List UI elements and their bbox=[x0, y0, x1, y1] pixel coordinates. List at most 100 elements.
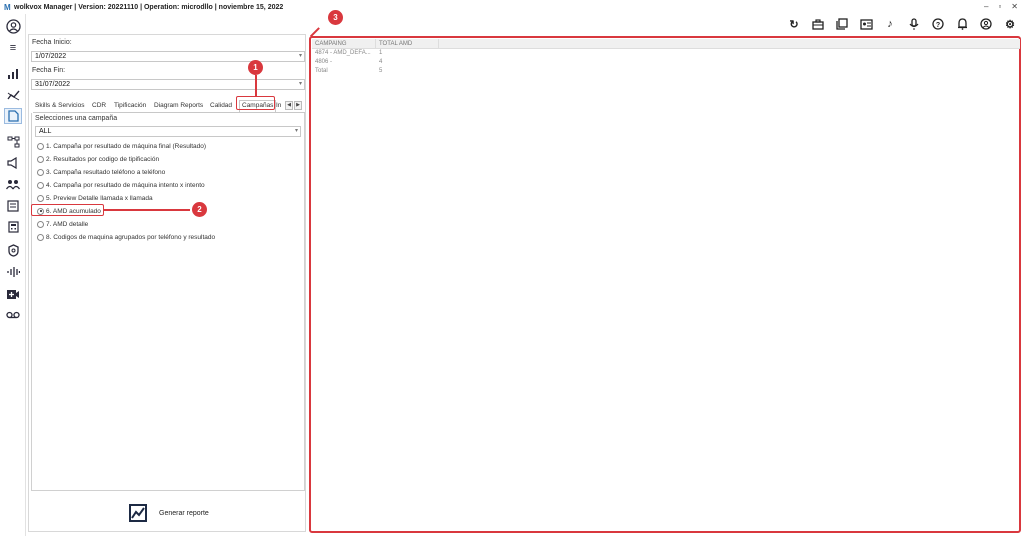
user-icon[interactable] bbox=[978, 16, 994, 32]
chevron-down-icon[interactable]: ▾ bbox=[295, 127, 298, 136]
bell-icon[interactable] bbox=[954, 16, 970, 32]
chevron-down-icon[interactable]: ▾ bbox=[299, 80, 302, 89]
campaign-select-label: Selecciones una campaña bbox=[35, 115, 118, 122]
users-icon[interactable] bbox=[4, 176, 22, 192]
report-option-label: 7. AMD detalle bbox=[46, 220, 89, 228]
settings-icon[interactable]: ⚙ bbox=[1002, 16, 1018, 32]
report-option-label: 5. Preview Detalle llamada x llamada bbox=[46, 194, 153, 202]
campaign-select[interactable]: ALL ▾ bbox=[35, 126, 301, 137]
radio-button[interactable] bbox=[37, 220, 44, 228]
callout-2-arrow bbox=[104, 209, 190, 211]
campaigns-tab-content: Selecciones una campaña ALL ▾ 1. Campaña… bbox=[31, 113, 305, 491]
radio-button[interactable] bbox=[37, 194, 44, 202]
callout-1-badge: 1 bbox=[248, 60, 263, 75]
fecha-inicio-label: Fecha Inicio: bbox=[32, 39, 72, 46]
tab-in[interactable]: In bbox=[276, 102, 281, 109]
column-header-campaign[interactable]: CAMPAING bbox=[312, 39, 376, 48]
maximize-button[interactable]: ▫ bbox=[998, 2, 1001, 11]
generate-report-label: Generar reporte bbox=[159, 509, 209, 517]
callout-3-badge: 3 bbox=[328, 10, 343, 25]
bar-chart-icon[interactable] bbox=[4, 66, 22, 82]
org-chart-icon[interactable] bbox=[4, 134, 22, 150]
cell-campaign: 4806 - bbox=[315, 59, 333, 65]
tab-scroll-right-icon[interactable]: ▶ bbox=[294, 101, 302, 110]
cell-total-amd: 5 bbox=[379, 68, 383, 74]
top-toolbar: ↻ ♪ ? ⚙ bbox=[0, 14, 1024, 34]
report-option-label: 4. Campaña por resultado de máquina inte… bbox=[46, 181, 205, 189]
radio-button[interactable] bbox=[37, 168, 44, 176]
tab-scroll-left-icon[interactable]: ◀ bbox=[285, 101, 293, 110]
fecha-fin-value: 31/07/2022 bbox=[35, 81, 71, 88]
tab-skills-servicios[interactable]: Skills & Servicios bbox=[35, 102, 84, 109]
cell-total-amd: 4 bbox=[379, 59, 383, 65]
help-icon[interactable]: ? bbox=[930, 16, 946, 32]
fecha-inicio-value: 1/07/2022 bbox=[35, 53, 67, 60]
window-controls: – ▫ ✕ bbox=[984, 2, 1018, 11]
callout-1-arrow bbox=[255, 75, 257, 96]
title-bar: M wolkvox Manager | Version: 20221110 | … bbox=[0, 0, 1024, 14]
campaign-select-value: ALL bbox=[39, 128, 52, 135]
video-icon[interactable] bbox=[4, 286, 22, 302]
column-header-total-amd[interactable]: TOTAL AMD bbox=[376, 39, 439, 48]
chart-trend-icon bbox=[129, 504, 147, 522]
line-chart-icon[interactable] bbox=[4, 87, 22, 103]
highlight-campanas-tab bbox=[236, 96, 275, 110]
results-panel: CAMPAING TOTAL AMD 4874 - AMD_DEFA... 1 … bbox=[309, 36, 1021, 533]
radio-button[interactable] bbox=[37, 233, 44, 241]
menu-icon[interactable]: ≡ bbox=[4, 40, 22, 56]
waveform-icon[interactable] bbox=[4, 264, 22, 280]
radio-button[interactable] bbox=[37, 142, 44, 150]
campaign-icon[interactable] bbox=[4, 155, 22, 171]
tab-diagram-reports[interactable]: Diagram Reports bbox=[154, 102, 203, 109]
music-icon[interactable]: ♪ bbox=[882, 16, 898, 32]
user-icon[interactable] bbox=[4, 18, 22, 34]
app-logo: M bbox=[4, 2, 11, 12]
book-icon[interactable] bbox=[834, 16, 850, 32]
report-option-label: 3. Campaña resultado teléfono a teléfono bbox=[46, 168, 166, 176]
table-row[interactable]: 4874 - AMD_DEFA... 1 bbox=[312, 49, 1020, 58]
highlight-amd-acumulado bbox=[31, 204, 104, 216]
table-row-total[interactable]: Total 5 bbox=[312, 67, 1020, 76]
cell-campaign: 4874 - AMD_DEFA... bbox=[315, 50, 371, 56]
cell-total-amd: 1 bbox=[379, 50, 383, 56]
calculator-icon[interactable] bbox=[4, 219, 22, 235]
results-header: CAMPAING TOTAL AMD bbox=[312, 39, 1020, 49]
microphone-icon[interactable] bbox=[906, 16, 922, 32]
callout-2-badge: 2 bbox=[192, 202, 207, 217]
svg-text:?: ? bbox=[936, 22, 940, 29]
sidebar: ≡ bbox=[0, 14, 26, 536]
close-button[interactable]: ✕ bbox=[1011, 2, 1018, 11]
voicemail-icon[interactable] bbox=[4, 307, 22, 323]
results-grid: CAMPAING TOTAL AMD 4874 - AMD_DEFA... 1 … bbox=[312, 39, 1020, 76]
report-option-label: 8. Codigos de maquina agrupados por telé… bbox=[46, 233, 216, 241]
report-option-8[interactable]: 8. Codigos de maquina agrupados por telé… bbox=[37, 232, 215, 242]
report-option-4[interactable]: 4. Campaña por resultado de máquina inte… bbox=[37, 180, 205, 190]
radio-button[interactable] bbox=[37, 181, 44, 189]
radio-button[interactable] bbox=[37, 155, 44, 163]
briefcase-icon[interactable] bbox=[810, 16, 826, 32]
chevron-down-icon[interactable]: ▾ bbox=[299, 52, 302, 61]
report-option-label: 1. Campaña por resultado de máquina fina… bbox=[46, 142, 207, 150]
tab-calidad[interactable]: Calidad bbox=[210, 102, 232, 109]
shield-icon[interactable] bbox=[4, 242, 22, 258]
fecha-fin-picker[interactable]: 31/07/2022 ▾ bbox=[31, 79, 305, 90]
report-option-7[interactable]: 7. AMD detalle bbox=[37, 219, 88, 229]
tab-tipificacion[interactable]: Tipificación bbox=[114, 102, 146, 109]
report-option-5[interactable]: 5. Preview Detalle llamada x llamada bbox=[37, 193, 153, 203]
reports-icon[interactable] bbox=[4, 108, 22, 124]
table-row[interactable]: 4806 - 4 bbox=[312, 58, 1020, 67]
generate-report-button[interactable]: Generar reporte bbox=[129, 501, 209, 525]
checklist-icon[interactable] bbox=[4, 198, 22, 214]
contact-card-icon[interactable] bbox=[858, 16, 874, 32]
report-option-1[interactable]: 1. Campaña por resultado de máquina fina… bbox=[37, 141, 206, 151]
cell-campaign: Total bbox=[315, 68, 328, 74]
refresh-icon[interactable]: ↻ bbox=[786, 16, 802, 32]
fecha-inicio-picker[interactable]: 1/07/2022 ▾ bbox=[31, 51, 305, 62]
tab-cdr[interactable]: CDR bbox=[92, 102, 106, 109]
window-title: wolkvox Manager | Version: 20221110 | Op… bbox=[14, 3, 284, 11]
report-option-3[interactable]: 3. Campaña resultado teléfono a teléfono bbox=[37, 167, 165, 177]
fecha-fin-label: Fecha Fin: bbox=[32, 67, 66, 74]
report-option-label: 2. Resultados por codigo de tipificación bbox=[46, 155, 160, 163]
minimize-button[interactable]: – bbox=[984, 2, 988, 11]
report-option-2[interactable]: 2. Resultados por codigo de tipificación bbox=[37, 154, 159, 164]
